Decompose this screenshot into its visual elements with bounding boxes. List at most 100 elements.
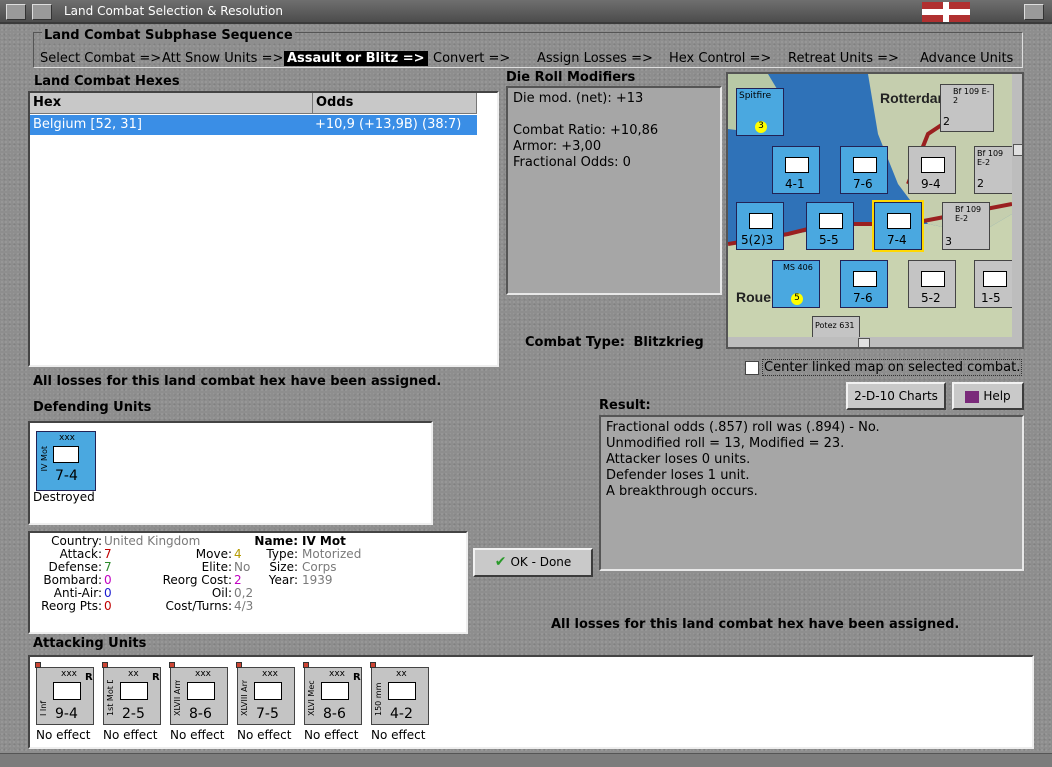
attacker-unit[interactable]: xxx XLVI Mech R 8-6 No effect [302,661,364,747]
attacker-status: No effect [36,728,91,742]
attacker-unit[interactable]: xxx XLVII Arm 8-6 No effect [168,661,230,747]
defending-title: Defending Units [33,400,152,415]
minimize-button[interactable] [32,4,52,20]
result-line: Unmodified roll = 13, Modified = 23. [606,436,845,451]
attacker-unit[interactable]: xx 1st Mot Div R 2-5 No effect [101,661,163,747]
unit-marker-icon [303,662,309,668]
unit-strength: 2-5 [122,706,145,722]
step-assault-blitz: Assault or Blitz => [284,51,428,66]
hexes-table: Hex Odds Belgium [52, 31] +10,9 (+13,9B)… [28,91,499,367]
ok-done-button[interactable]: ✔ OK - Done [473,548,593,577]
attacker-status: No effect [371,728,426,742]
attacker-unit[interactable]: xx 150 mm 4-2 No effect [369,661,431,747]
unit-flag: R [353,672,361,683]
attacker-unit[interactable]: xxx XLVIII Arm 7-5 No effect [235,661,297,747]
map-counter-selected[interactable]: 7-4 [872,200,924,252]
map-counter[interactable]: 9-4 [908,146,956,194]
hex-column-header[interactable]: Hex [30,93,313,114]
map-counter[interactable]: 1-5 [974,260,1014,308]
map-counter[interactable]: 5-2 [908,260,956,308]
attacking-title: Attacking Units [33,636,147,651]
close-button[interactable] [1024,4,1044,20]
map-hscroll-thumb[interactable] [858,338,870,347]
linked-map[interactable]: Rotterdam Rouen Spitfire 3 Bf 109 E-2 2 … [726,72,1024,349]
attacking-units-panel: xxx I Inf R 9-4 No effect xx 1st Mot Div R 2-5 No… [28,655,1034,749]
center-map-label[interactable]: Center linked map on selected combat. [762,359,1023,376]
map-horizontal-scrollbar[interactable] [728,337,1022,347]
attacker-counter[interactable]: xx 150 mm 4-2 [370,662,429,725]
unit-name: I Inf [39,700,48,716]
charts-button[interactable]: 2-D-10 Charts [846,382,946,410]
unit-size: xxx [195,669,211,679]
unit-size: xxx [262,669,278,679]
step-select-combat: Select Combat => [40,51,162,66]
unit-strength: 8-6 [189,706,212,722]
map-counter[interactable]: 7-6 [840,146,888,194]
map-counter[interactable]: 5(2)3 [736,202,784,250]
modifiers-panel: Die mod. (net): +13 Combat Ratio: +10,86… [506,86,722,295]
attacker-status: No effect [237,728,292,742]
unit-size: xxx [329,669,345,679]
step-assign-losses: Assign Losses => [537,51,653,66]
map-counter[interactable]: Bf 109 E-2 2 [940,84,994,132]
row-odds: +10,9 (+13,9B) (38:7) [315,117,462,132]
unit-size: xxx [61,669,77,679]
attacker-counter[interactable]: xx 1st Mot Div R 2-5 [102,662,161,725]
map-counter[interactable]: 4-1 [772,146,820,194]
checkmark-icon: ✔ [494,554,507,570]
attacker-status: No effect [103,728,158,742]
system-menu-button[interactable] [6,4,26,20]
map-counter[interactable]: MS 406 5 [772,260,820,308]
window-title: Land Combat Selection & Resolution [64,4,283,18]
hexes-title: Land Combat Hexes [34,74,180,89]
help-button[interactable]: Help [952,382,1024,410]
map-vscroll-thumb[interactable] [1013,144,1022,156]
cost-value: 4/3 [234,599,254,613]
mech-symbol-icon [321,682,349,700]
attacker-counter[interactable]: xxx XLVIII Arm 7-5 [236,662,295,725]
map-counter[interactable]: 7-6 [840,260,888,308]
attacker-status: No effect [304,728,359,742]
window-titlebar: Land Combat Selection & Resolution [0,0,1052,24]
unit-name: XLVII Arm [173,680,182,716]
unit-marker-icon [35,662,41,668]
unit-marker-icon [370,662,376,668]
attacker-counter[interactable]: xxx XLVII Arm 8-6 [169,662,228,725]
attacker-counter[interactable]: xxx XLVI Mech R 8-6 [303,662,362,725]
result-line: Defender loses 1 unit. [606,468,750,483]
mot-symbol-icon [120,682,148,700]
map-counter[interactable]: Spitfire 3 [736,88,784,136]
unit-name: 150 mm [374,682,383,716]
unit-name: XLVIII Arm [240,680,249,716]
mod-line: Armor: +3,00 [513,139,602,154]
map-counter[interactable]: Bf 109 E-2 3 [942,202,990,250]
defending-units-panel: xxx IV Mot 7-4 Destroyed [28,421,433,525]
arm-symbol-icon [254,682,282,700]
attacker-unit[interactable]: xxx I Inf R 9-4 No effect [34,661,96,747]
german-flag-icon [922,2,970,22]
combat-type-label: Combat Type: [525,335,625,350]
center-map-checkbox[interactable] [745,361,759,375]
unit-name: XLVI Mech [307,680,316,716]
sequence-steps: Select Combat => Att Snow Units => Assau… [40,51,1020,67]
map-counter[interactable]: 5-5 [806,202,854,250]
defender-counter[interactable]: xxx IV Mot 7-4 [36,431,96,491]
odds-column-header[interactable]: Odds [313,93,477,114]
modifiers-title: Die Roll Modifiers [506,70,636,85]
unit-flag: R [152,672,160,683]
map-counter[interactable]: Potez 631 [812,316,860,338]
unit-size: xx [128,669,139,679]
unit-flag: R [85,672,93,683]
result-title: Result: [599,398,651,413]
unit-marker-icon [169,662,175,668]
attacker-counter[interactable]: xxx I Inf R 9-4 [35,662,94,725]
unit-name: 1st Mot Div [106,680,115,716]
attacker-status: No effect [170,728,225,742]
mod-line: Fractional Odds: 0 [513,155,631,170]
unit-strength: 9-4 [55,706,78,722]
map-vertical-scrollbar[interactable] [1012,74,1022,337]
step-hex-control: Hex Control => [669,51,772,66]
window-bottom-frame [0,753,1052,767]
table-row[interactable]: Belgium [52, 31] +10,9 (+13,9B) (38:7) [30,115,477,135]
map-counter[interactable]: Bf 109 E-2 2 [974,146,1014,194]
